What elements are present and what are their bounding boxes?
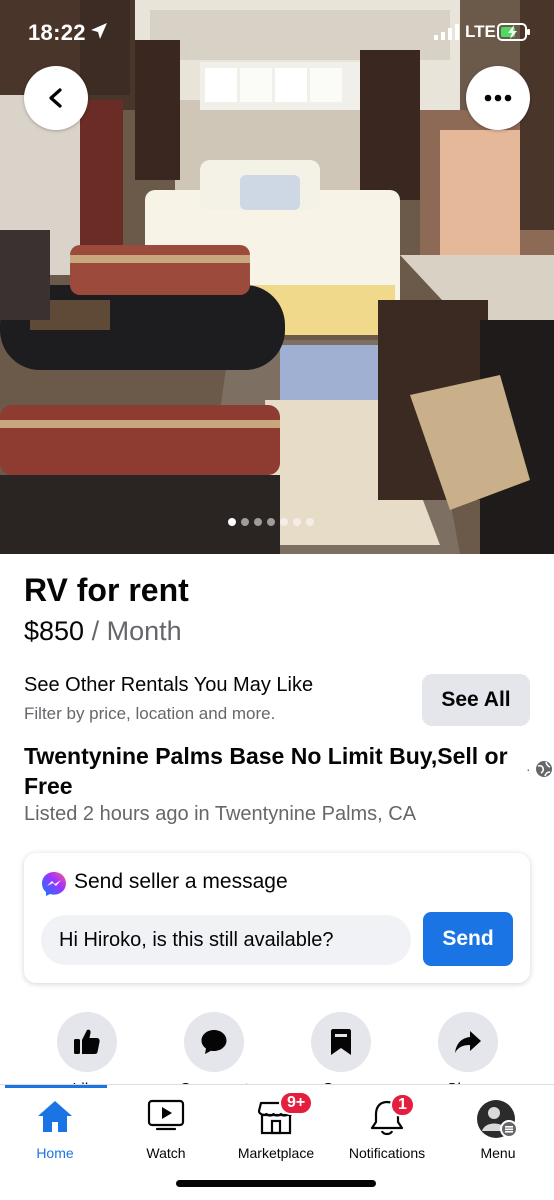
bookmark-icon xyxy=(331,1029,351,1055)
carousel-dot xyxy=(280,518,288,526)
comment-icon xyxy=(201,1030,227,1054)
tab-marketplace-label: Marketplace xyxy=(237,1145,315,1161)
watch-video-icon xyxy=(147,1099,185,1136)
status-bar: 18:22 LTE xyxy=(0,0,554,66)
carousel-indicator xyxy=(228,518,314,526)
status-time: 18:22 xyxy=(28,20,86,45)
tab-home[interactable]: Home xyxy=(0,1085,110,1165)
tab-notifications[interactable]: 1 Notifications xyxy=(332,1085,442,1165)
carousel-dot xyxy=(254,518,262,526)
listing-price: $850 / Month xyxy=(24,616,182,647)
listing-headline: Twentynine Palms Base No Limit Buy,Sell … xyxy=(24,743,508,799)
signal-icon xyxy=(434,24,460,40)
share-arrow-icon xyxy=(455,1031,481,1053)
globe-icon xyxy=(536,761,553,777)
share-button[interactable] xyxy=(438,1012,498,1072)
listing-title: RV for rent xyxy=(24,572,189,608)
battery-charging-icon xyxy=(497,23,531,41)
tab-watch-label: Watch xyxy=(146,1145,186,1161)
price-period: / Month xyxy=(84,616,182,646)
location-arrow-icon xyxy=(90,22,108,40)
notifications-badge: 1 xyxy=(390,1093,415,1117)
carousel-dot xyxy=(267,518,275,526)
back-button[interactable] xyxy=(24,66,88,130)
ellipsis-icon xyxy=(484,94,512,102)
separator-dot: · xyxy=(526,761,531,777)
profile-avatar-icon xyxy=(476,1099,520,1146)
other-rentals-title: See Other Rentals You May Like xyxy=(24,674,314,696)
carousel-dot xyxy=(293,518,301,526)
marketplace-badge: 9+ xyxy=(279,1091,314,1115)
save-button[interactable] xyxy=(311,1012,371,1072)
home-icon xyxy=(36,1099,74,1138)
tab-home-label: Home xyxy=(36,1145,74,1161)
tab-marketplace[interactable]: 9+ Marketplace xyxy=(221,1085,331,1165)
chevron-left-icon xyxy=(49,88,62,108)
tab-menu[interactable]: Menu xyxy=(443,1085,553,1165)
network-type: LTE xyxy=(465,22,496,41)
carousel-dot xyxy=(306,518,314,526)
listed-info: Listed 2 hours ago in Twentynine Palms, … xyxy=(24,803,417,825)
carousel-dot xyxy=(241,518,249,526)
listing-actions: Like Comment Save Share xyxy=(0,1012,554,1088)
tab-menu-label: Menu xyxy=(480,1145,516,1161)
message-input[interactable]: Hi Hiroko, is this still available? xyxy=(41,915,411,965)
see-all-button[interactable]: See All xyxy=(422,674,530,726)
thumbs-up-icon xyxy=(74,1029,100,1054)
price-amount: $850 xyxy=(24,616,85,646)
public-audience: · xyxy=(526,760,553,778)
other-rentals-subtitle: Filter by price, location and more. xyxy=(24,704,276,723)
comment-button[interactable] xyxy=(184,1012,244,1072)
tab-notifications-label: Notifications xyxy=(348,1145,426,1161)
carousel-dot xyxy=(228,518,236,526)
more-options-button[interactable] xyxy=(466,66,530,130)
messenger-icon xyxy=(41,871,67,902)
home-indicator xyxy=(176,1180,376,1187)
message-seller-card: Send seller a message Hi Hiroko, is this… xyxy=(24,853,530,983)
like-button[interactable] xyxy=(57,1012,117,1072)
message-card-title: Send seller a message xyxy=(74,870,288,893)
send-message-button[interactable]: Send xyxy=(423,912,513,966)
listing-photo[interactable]: 18:22 LTE xyxy=(0,0,554,554)
tab-watch[interactable]: Watch xyxy=(111,1085,221,1165)
